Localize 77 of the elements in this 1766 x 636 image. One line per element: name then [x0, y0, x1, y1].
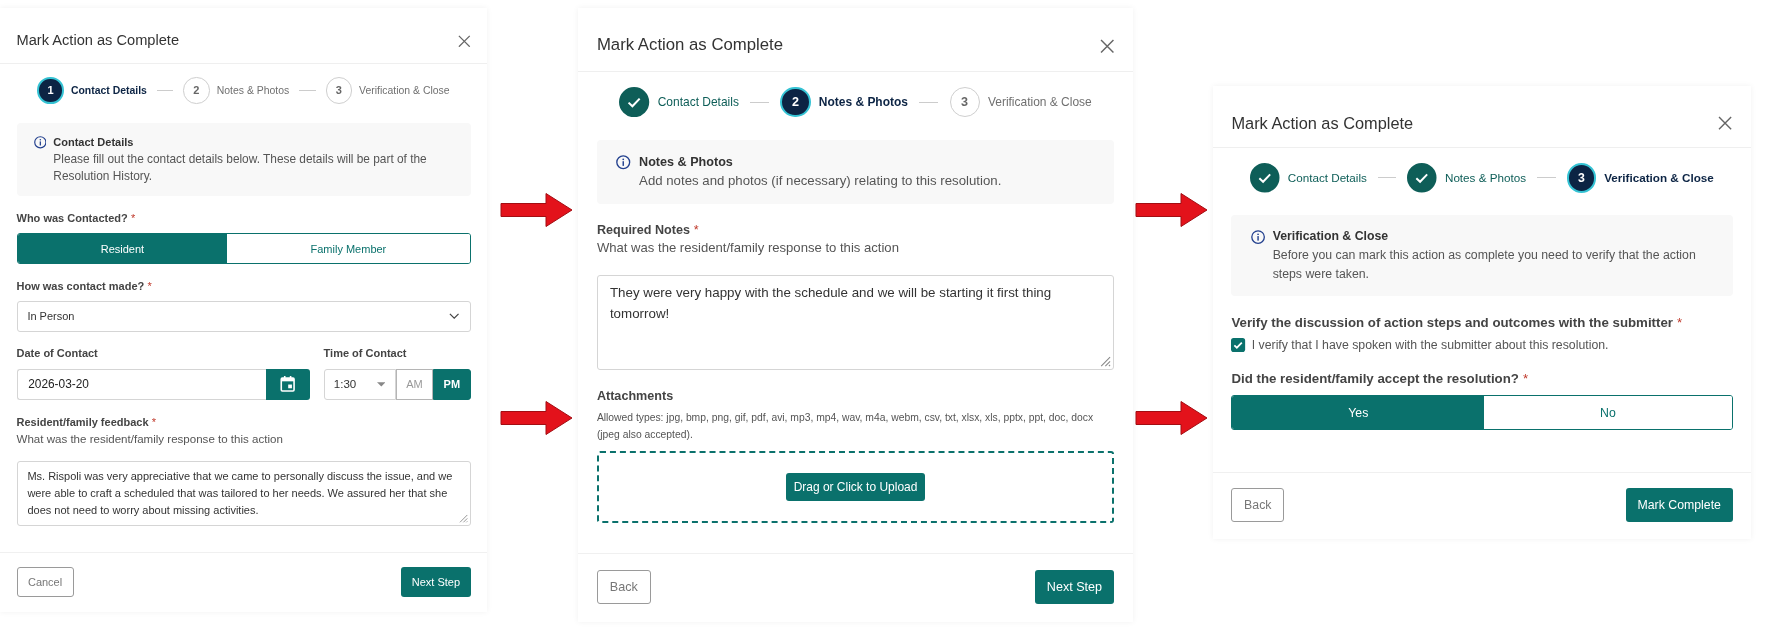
- info-title: Contact Details: [53, 135, 135, 151]
- secondary-button[interactable]: Back: [1231, 488, 1285, 522]
- field-label: How was contact made?: [16, 279, 145, 292]
- select-field[interactable]: In Person: [16, 301, 471, 332]
- step-label: Verification & Close: [987, 95, 1092, 110]
- info-text: Please fill out the contact details below. These details will be part of the Resolution History.: [53, 150, 428, 185]
- upload-button[interactable]: Drag or Click to Upload: [786, 473, 925, 501]
- dialog-title: Mark Action as Complete: [596, 34, 784, 57]
- resize-grip-icon: [1100, 356, 1112, 367]
- secondary-button[interactable]: Back: [596, 570, 651, 605]
- required-asterisk: *: [147, 279, 152, 292]
- required-asterisk: *: [151, 415, 157, 428]
- right-arrow-icon: [1135, 400, 1208, 436]
- secondary-button[interactable]: Cancel: [16, 567, 74, 597]
- calendar-button[interactable]: [265, 369, 311, 400]
- dialog-title: Mark Action as Complete: [16, 31, 180, 51]
- period-option[interactable]: PM: [433, 369, 471, 400]
- field-label: Attachments: [596, 388, 674, 403]
- step-number: 1: [37, 77, 64, 104]
- info-text: Before you can mark this action as complete you need to verify that the action steps were taken.: [1272, 246, 1697, 283]
- info-text: Add notes and photos (if necessary) relating to this resolution.: [639, 172, 1002, 191]
- toggle-option[interactable]: Yes: [1232, 396, 1485, 429]
- step-number: 3: [949, 87, 980, 118]
- right-arrow-icon: [500, 400, 573, 436]
- calendar-icon: [280, 376, 296, 393]
- resize-grip-icon: [458, 513, 468, 523]
- field-label: Resident/family feedback: [16, 415, 149, 428]
- chevron-down-icon: [449, 313, 460, 320]
- primary-button[interactable]: Next Step: [401, 567, 471, 597]
- field-label: Required Notes: [596, 222, 690, 237]
- time-select[interactable]: 1:30: [323, 369, 396, 400]
- field-label: Verify the discussion of action steps and outcomes with the submitter: [1231, 314, 1673, 330]
- info-icon: [33, 136, 47, 150]
- step-number: 3: [1566, 163, 1597, 193]
- field-label: Who was Contacted?: [16, 211, 128, 224]
- required-asterisk: *: [693, 222, 699, 237]
- allowed-types-text: Allowed types: jpg, bmp, png, gif, pdf, avi, mp3, mp4, wav, m4a, webm, csv, txt, xlsx, xls, pptx, ppt, doc, docx (jpeg also accepted).: [596, 411, 1095, 443]
- date-input[interactable]: 2026-03-20: [16, 369, 266, 400]
- step-label: Notes & Photos: [818, 95, 908, 110]
- caret-down-icon: [376, 382, 386, 387]
- field-hint: What was the resident/family response to this action: [596, 238, 900, 257]
- required-asterisk: *: [131, 211, 136, 224]
- text-area[interactable]: Ms. Rispoli was very appreciative that we came to personally discuss the issue, and we were able to craft a scheduled that was tailored to her needs. We assured her that she does not need to worry about missing activities.: [16, 461, 471, 526]
- step-number: 2: [780, 87, 811, 118]
- step-label: Verification & Close: [359, 84, 450, 96]
- step-number: 2: [183, 77, 210, 104]
- field-label: Did the resident/family accept the resolution?: [1231, 370, 1519, 386]
- right-arrow-icon: [500, 192, 573, 228]
- step-label: Contact Details: [1287, 171, 1367, 185]
- step-number: 3: [325, 77, 352, 104]
- upload-dropzone[interactable]: Drag or Click to Upload: [596, 450, 1115, 523]
- right-arrow-icon: [1135, 192, 1208, 228]
- field-hint: What was the resident/family response to this action: [16, 431, 284, 447]
- checkbox-label: I verify that I have spoken with the submitter about this resolution.: [1251, 338, 1609, 353]
- period-option[interactable]: AM: [395, 369, 434, 400]
- step-label: Verification & Close: [1604, 171, 1714, 185]
- info-title: Notes & Photos: [639, 153, 734, 171]
- info-icon: [616, 155, 631, 170]
- step-label: Notes & Photos: [216, 84, 290, 96]
- checkbox[interactable]: [1231, 338, 1246, 353]
- field-label: Time of Contact: [323, 347, 407, 360]
- close-icon[interactable]: [1718, 115, 1733, 130]
- text-area[interactable]: They were very happy with the schedule and we will be starting it first thing tomorrow!: [596, 275, 1115, 370]
- step-label: Contact Details: [70, 84, 147, 96]
- step-label: Notes & Photos: [1444, 171, 1527, 185]
- info-title: Verification & Close: [1272, 228, 1390, 246]
- required-asterisk: *: [1676, 314, 1683, 330]
- step-label: Contact Details: [657, 95, 739, 110]
- close-icon[interactable]: [1099, 38, 1115, 53]
- primary-button[interactable]: Mark Complete: [1625, 488, 1733, 522]
- field-label: Date of Contact: [16, 347, 98, 360]
- close-icon[interactable]: [457, 34, 471, 48]
- info-icon: [1250, 229, 1265, 244]
- required-asterisk: *: [1522, 370, 1529, 386]
- dialog-title: Mark Action as Complete: [1231, 112, 1414, 134]
- primary-button[interactable]: Next Step: [1034, 570, 1115, 605]
- toggle-option[interactable]: Resident: [17, 234, 228, 263]
